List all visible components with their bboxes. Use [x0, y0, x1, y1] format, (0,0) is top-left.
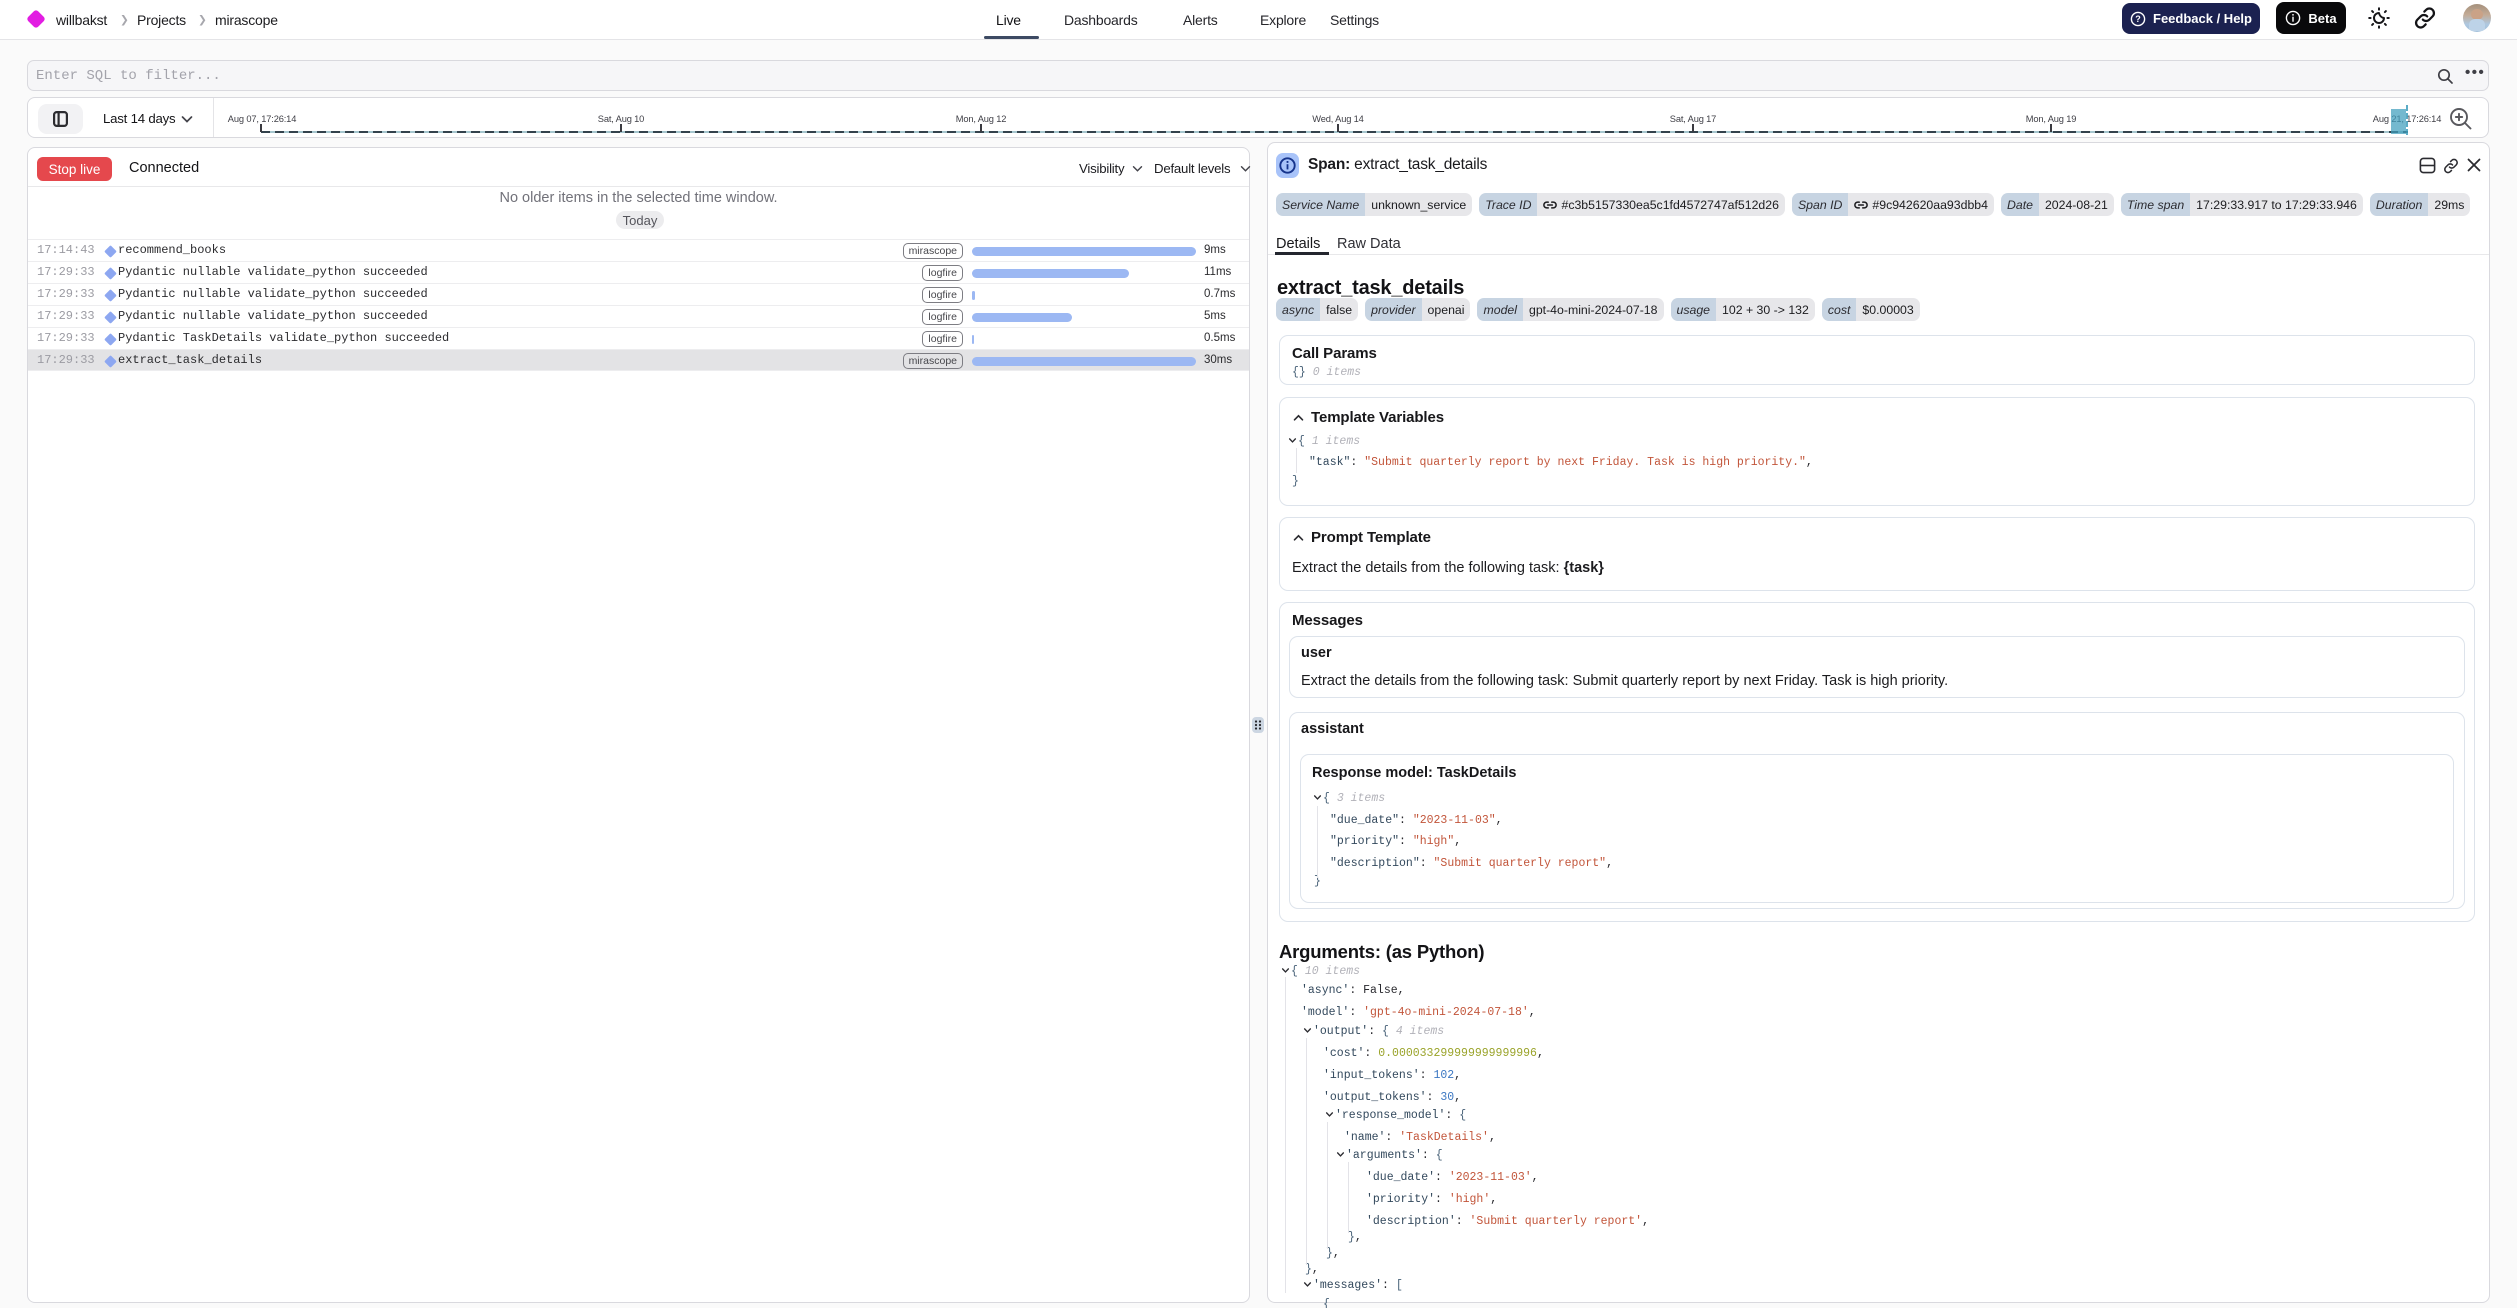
svg-text:?: ?	[2135, 14, 2141, 24]
